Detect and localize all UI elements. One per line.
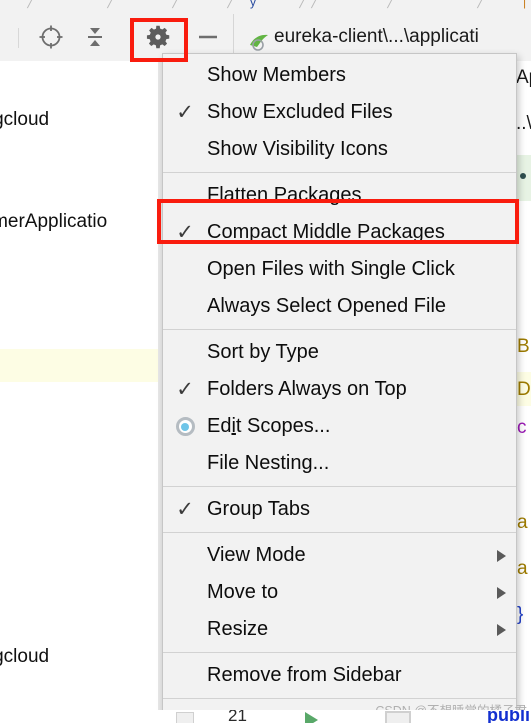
- chevron-right-icon: [486, 586, 516, 600]
- breadcrumb-separator: /: [386, 0, 394, 11]
- tree-row-highlight: [0, 349, 162, 382]
- gear-options-icon[interactable]: [143, 22, 173, 52]
- breadcrumb-separator: /: [310, 0, 318, 11]
- menu-item-label: Group Tabs: [207, 498, 311, 520]
- menu-item-label: Remove from Sidebar: [207, 664, 402, 686]
- editor-text-fragment: a: [517, 512, 528, 533]
- menu-item-label: Show Members: [207, 64, 346, 86]
- line-number-label: 21: [228, 710, 247, 723]
- checkmark-icon: [163, 177, 207, 214]
- yaml-file-icon: [248, 32, 268, 51]
- editor-pane: Ap ..\ B D c a a }: [516, 61, 531, 723]
- menu-item-label: Resize: [207, 618, 269, 640]
- menu-item-always-select-opened-file[interactable]: Always Select Opened File: [163, 288, 516, 325]
- tree-item-label[interactable]: ringcloud: [0, 646, 49, 668]
- menu-item-label: Edit Scopes...: [207, 415, 331, 437]
- editor-bullet-icon: [520, 173, 526, 179]
- breadcrumb-separator: /: [476, 0, 484, 11]
- menu-item-show-members[interactable]: Show Members: [163, 57, 516, 94]
- menu-item-label: Folders Always on Top: [207, 378, 407, 400]
- chevron-right-icon: [486, 623, 516, 637]
- menu-item-show-visibility-icons[interactable]: Show Visibility Icons: [163, 131, 516, 168]
- menu-item-view-mode[interactable]: View Mode: [163, 537, 516, 574]
- menu-item-file-nesting[interactable]: File Nesting...: [163, 445, 516, 482]
- breadcrumb-separator: /: [298, 0, 306, 11]
- menu-item-label: Compact Middle Packages: [207, 221, 445, 243]
- checkmark-icon: [163, 57, 207, 94]
- run-play-icon[interactable]: [305, 712, 318, 723]
- checkmark-icon: [163, 131, 207, 168]
- menu-item-move-to[interactable]: Move to: [163, 574, 516, 611]
- menu-separator: [163, 652, 516, 653]
- checkmark-icon: [163, 574, 207, 611]
- editor-text-fragment: Ap: [516, 67, 531, 88]
- menu-item-open-files-with-single-click[interactable]: Open Files with Single Click: [163, 251, 516, 288]
- checkmark-icon: [163, 611, 207, 648]
- checkmark-icon: ✓: [176, 221, 194, 244]
- menu-item-edit-scopes[interactable]: Edit Scopes...: [163, 408, 516, 445]
- bottom-box-icon: [176, 712, 194, 723]
- checkmark-icon: ✓: [176, 101, 194, 124]
- breadcrumb-trailing: |: [523, 0, 527, 9]
- menu-item-show-excluded-files[interactable]: ✓ Show Excluded Files: [163, 94, 516, 131]
- menu-item-label: Flatten Packages: [207, 184, 362, 206]
- breadcrumb-separator: /: [106, 0, 114, 11]
- menu-item-label: Show Visibility Icons: [207, 138, 388, 160]
- menu-separator: [163, 329, 516, 330]
- checkmark-icon: [163, 251, 207, 288]
- bottom-status-strip: 21 publi: [0, 710, 531, 723]
- checkmark-icon: [163, 288, 207, 325]
- breadcrumb: / / / / / y / / / |: [0, 0, 531, 15]
- select-opened-file-icon[interactable]: [36, 22, 66, 52]
- project-tree-pane: ringcloud sumerApplicatio ringcloud: [0, 61, 162, 723]
- menu-separator: [163, 486, 516, 487]
- chevron-right-icon: [486, 549, 516, 563]
- tab-label[interactable]: eureka-client\...\applicati: [274, 26, 479, 48]
- editor-text-fragment: }: [517, 604, 524, 625]
- menu-separator: [163, 172, 516, 173]
- menu-item-label: Move to: [207, 581, 279, 603]
- menu-separator: [163, 698, 516, 699]
- tree-item-label[interactable]: sumerApplicatio: [0, 211, 107, 233]
- menu-item-remove-from-sidebar[interactable]: Remove from Sidebar: [163, 657, 516, 694]
- menu-item-flatten-packages[interactable]: Flatten Packages: [163, 177, 516, 214]
- checkmark-icon: ✓: [176, 498, 194, 521]
- menu-item-label: Sort by Type: [207, 341, 319, 363]
- collapse-all-icon[interactable]: [80, 22, 110, 52]
- hide-tool-window-icon[interactable]: [193, 22, 223, 52]
- radio-selected-icon: [163, 408, 207, 445]
- menu-item-sort-by-type[interactable]: Sort by Type: [163, 334, 516, 371]
- tool-window-options-menu[interactable]: Show Members ✓ Show Excluded Files Show …: [162, 53, 517, 723]
- breadcrumb-separator: /: [26, 0, 34, 11]
- menu-item-label: View Mode: [207, 544, 306, 566]
- menu-separator: [163, 532, 516, 533]
- menu-item-group-tabs[interactable]: ✓ Group Tabs: [163, 491, 516, 528]
- breadcrumb-fragment: y: [250, 0, 256, 9]
- screenshot-root: / / / / / y / / / | eureka-client\...\ap…: [0, 0, 531, 723]
- menu-item-label: Show Excluded Files: [207, 101, 393, 123]
- editor-text-fragment: c: [517, 417, 527, 438]
- menu-item-label: Open Files with Single Click: [207, 258, 455, 280]
- menu-item-resize[interactable]: Resize: [163, 611, 516, 648]
- code-keyword-fragment: publi: [487, 710, 530, 723]
- bottom-box-icon: [385, 711, 411, 723]
- checkmark-icon: [163, 657, 207, 694]
- editor-text-fragment: a: [517, 558, 528, 579]
- breadcrumb-separator: /: [171, 0, 179, 11]
- tree-item-label[interactable]: ringcloud: [0, 109, 49, 131]
- breadcrumb-separator: /: [226, 0, 234, 11]
- menu-item-label: File Nesting...: [207, 452, 330, 474]
- editor-text-fragment: B: [517, 336, 530, 357]
- checkmark-icon: [163, 334, 207, 371]
- checkmark-icon: ✓: [176, 378, 194, 401]
- menu-item-folders-always-on-top[interactable]: ✓ Folders Always on Top: [163, 371, 516, 408]
- toolbar-divider: [18, 28, 19, 48]
- editor-text-fragment: D: [517, 379, 531, 400]
- checkmark-icon: [163, 445, 207, 482]
- menu-item-label: Always Select Opened File: [207, 295, 447, 317]
- checkmark-icon: [163, 537, 207, 574]
- menu-item-compact-middle-packages[interactable]: ✓ Compact Middle Packages: [163, 214, 516, 251]
- editor-text-fragment: ..\: [516, 113, 531, 134]
